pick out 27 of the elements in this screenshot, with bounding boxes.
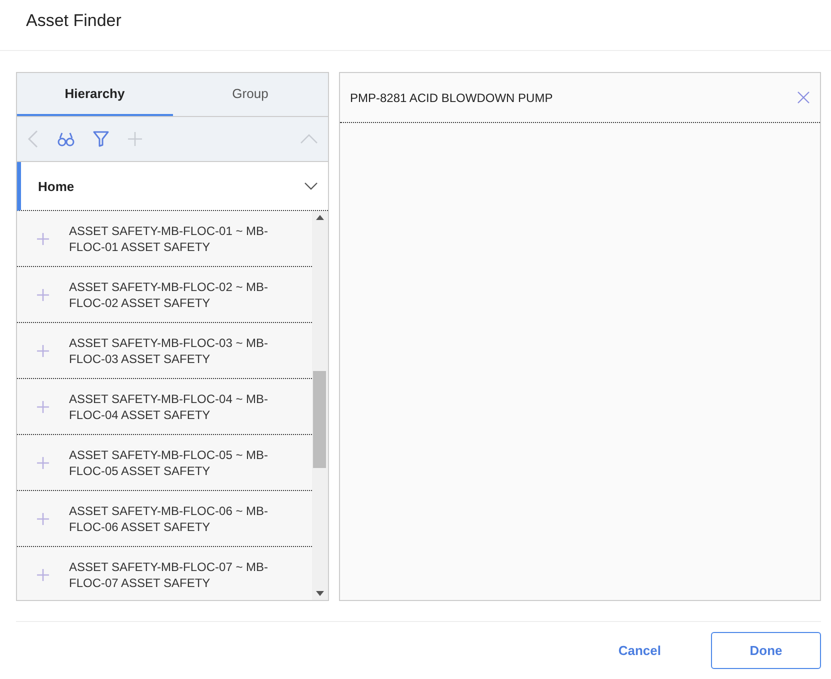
item-label: ASSET SAFETY-MB-FLOC-05 ~ MB-FLOC-05 ASSET SAFETY xyxy=(69,446,270,478)
item-label: ASSET SAFETY-MB-FLOC-07 ~ MB-FLOC-07 ASSET SAFETY xyxy=(69,558,270,590)
item-label: ASSET SAFETY-MB-FLOC-04 ~ MB-FLOC-04 ASSET SAFETY xyxy=(69,390,270,422)
close-icon[interactable] xyxy=(795,89,812,106)
plus-icon[interactable] xyxy=(37,400,49,412)
chevron-down-icon[interactable] xyxy=(304,182,318,190)
dialog-title: Asset Finder xyxy=(26,11,122,31)
done-button[interactable]: Done xyxy=(711,632,821,669)
plus-icon[interactable] xyxy=(37,344,49,356)
plus-icon[interactable] xyxy=(37,568,49,580)
home-row[interactable]: Home xyxy=(17,162,328,211)
scrollbar-thumb[interactable] xyxy=(313,371,326,468)
item-label: ASSET SAFETY-MB-FLOC-01 ~ MB-FLOC-01 ASSET SAFETY xyxy=(69,222,270,254)
item-label: ASSET SAFETY-MB-FLOC-06 ~ MB-FLOC-06 ASSET SAFETY xyxy=(69,502,270,534)
item-label: ASSET SAFETY-MB-FLOC-02 ~ MB-FLOC-02 ASSET SAFETY xyxy=(69,278,270,310)
home-label: Home xyxy=(38,178,74,194)
selected-asset: PMP-8281 ACID BLOWDOWN PUMP xyxy=(350,90,553,104)
scrollbar[interactable] xyxy=(312,211,328,600)
scroll-down-icon[interactable] xyxy=(316,591,324,596)
plus-icon[interactable] xyxy=(37,456,49,468)
plus-icon[interactable] xyxy=(37,512,49,524)
tab[interactable]: Group xyxy=(172,73,328,116)
plus-icon[interactable] xyxy=(37,232,49,244)
plus-icon[interactable] xyxy=(37,288,49,300)
scroll-up-icon[interactable] xyxy=(316,215,324,220)
filter-icon[interactable] xyxy=(91,129,111,149)
item-label: ASSET SAFETY-MB-FLOC-03 ~ MB-FLOC-03 ASSET SAFETY xyxy=(69,334,270,366)
